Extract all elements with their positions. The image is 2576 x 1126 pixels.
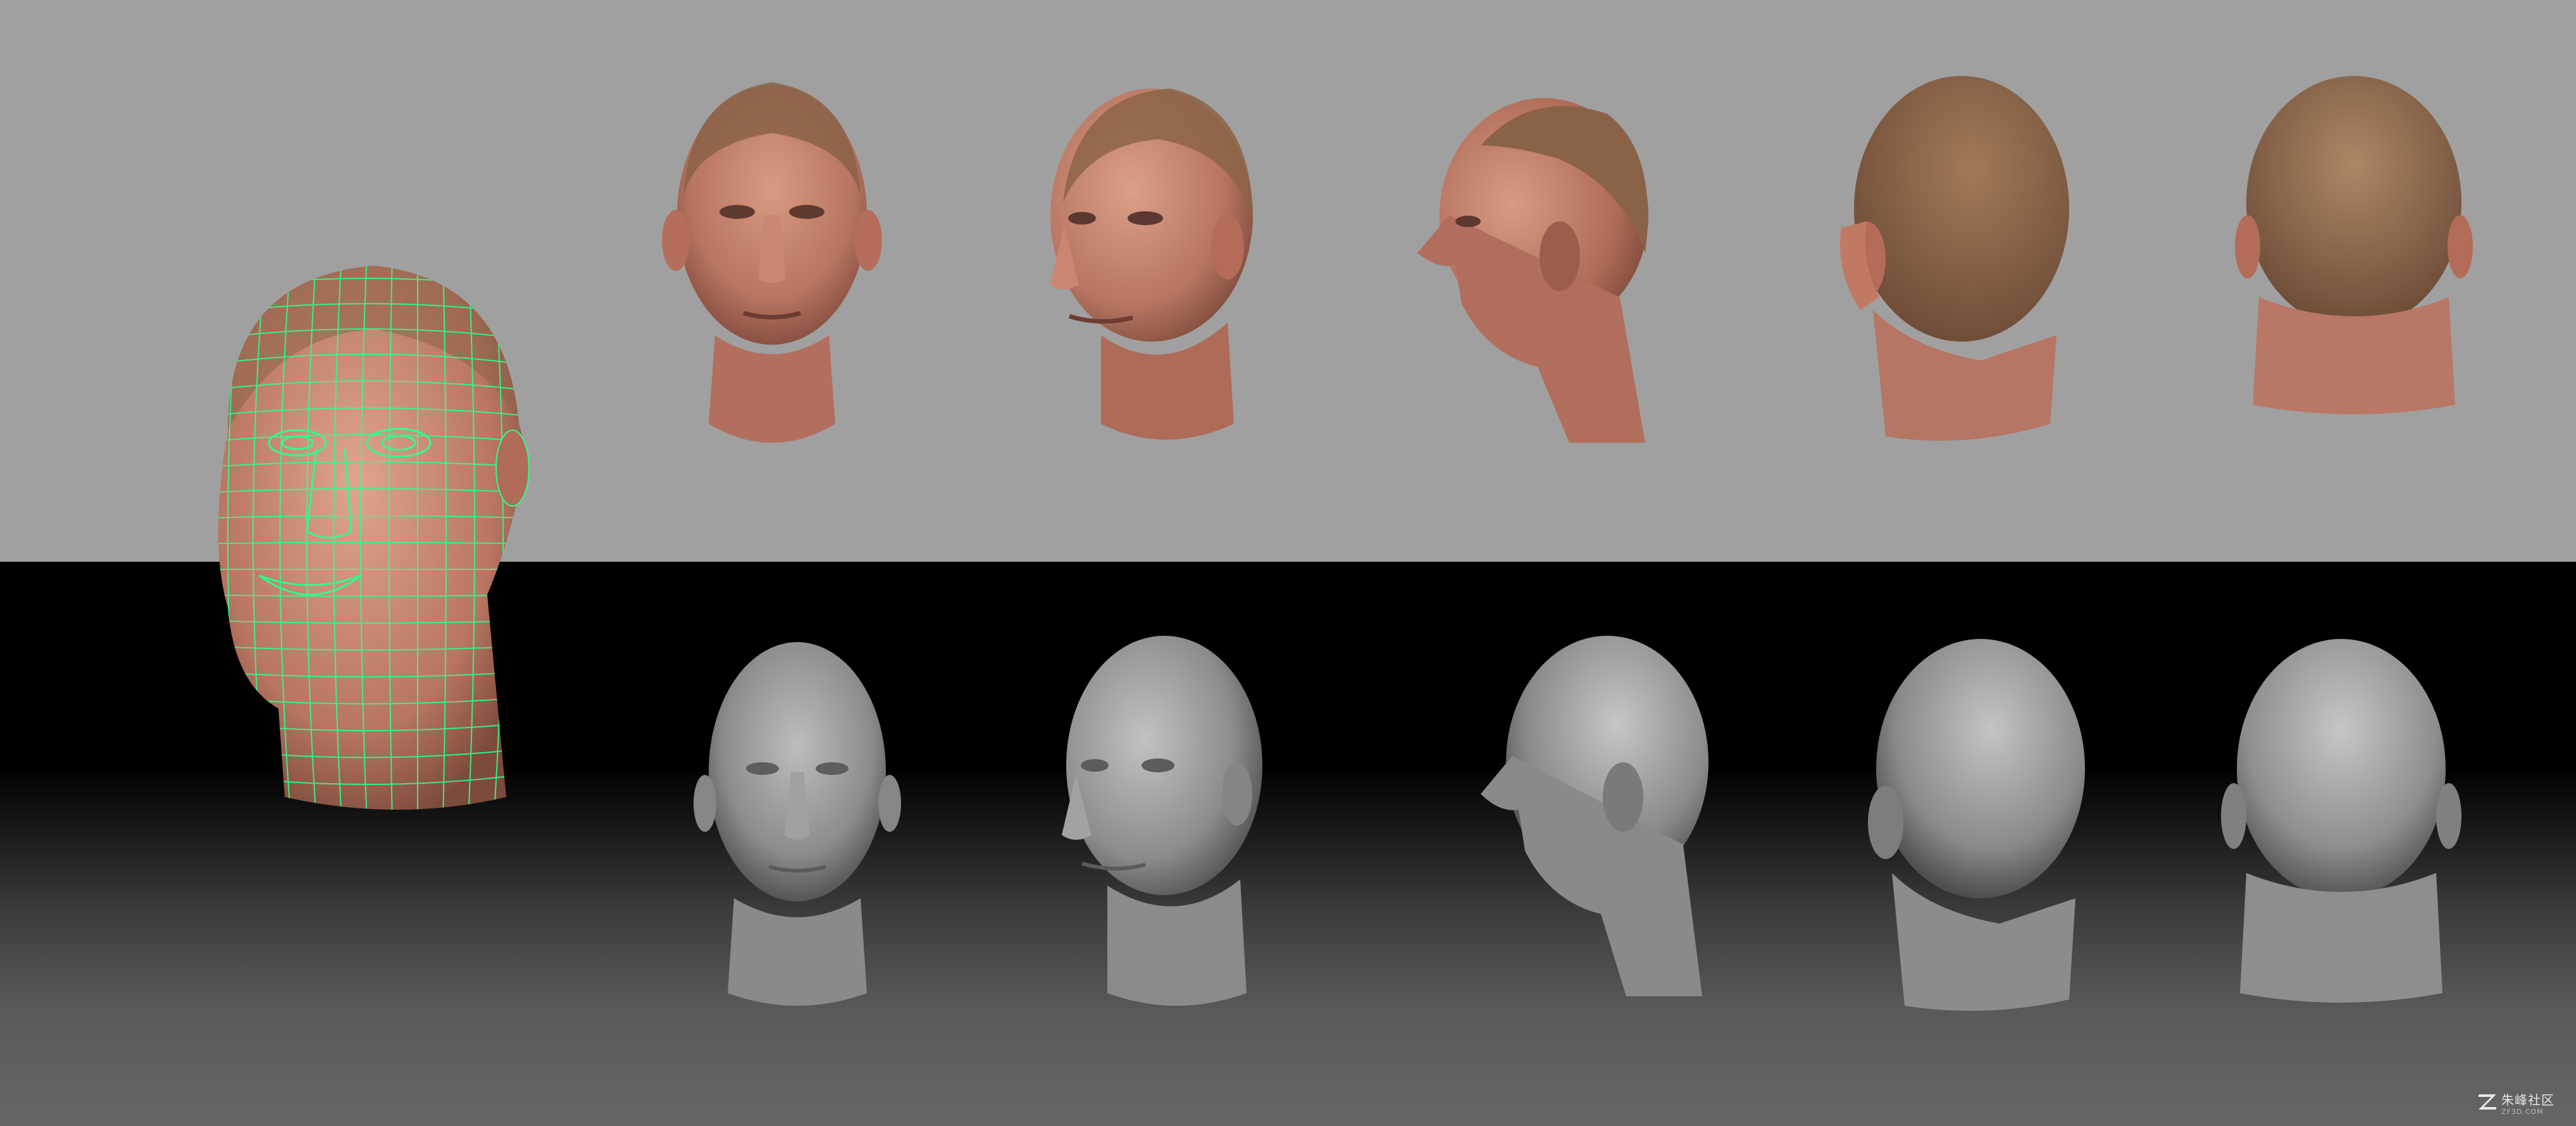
textured-head-back — [2235, 76, 2473, 414]
wireframe-head — [218, 266, 530, 810]
sculpt-head-front — [694, 642, 901, 1006]
sculpt-head-profile — [1481, 636, 1708, 996]
watermark-cn-text: 朱峰社区 — [2501, 1092, 2554, 1108]
sculpt-head-three-quarter — [1062, 636, 1262, 1006]
textured-head-three-quarter — [1050, 89, 1253, 440]
textured-head-front — [662, 82, 882, 443]
sculpt-head-back — [2221, 639, 2461, 1003]
textured-head-three-quarter-back — [1840, 76, 2069, 441]
sculpt-head-three-quarter-back — [1868, 639, 2085, 1011]
zf-logo-icon — [2479, 1094, 2496, 1110]
watermark: 朱峰社区 ZF3D.COM — [2476, 1092, 2558, 1121]
textured-head-profile — [1417, 98, 1648, 443]
watermark-url-text: ZF3D.COM — [2501, 1108, 2544, 1116]
